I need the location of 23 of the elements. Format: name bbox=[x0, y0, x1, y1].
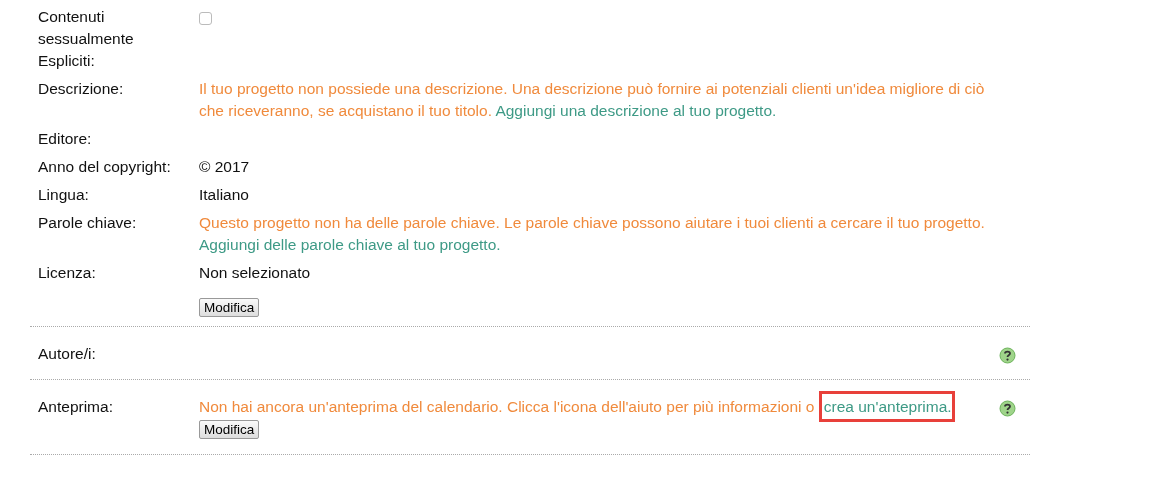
help-icon[interactable] bbox=[999, 400, 1016, 417]
add-link[interactable]: Aggiungi delle parole chiave al tuo progetto. bbox=[199, 234, 501, 256]
checkbox[interactable] bbox=[199, 12, 212, 25]
field-label: Descrizione: bbox=[38, 79, 125, 99]
create-preview-link[interactable]: crea un'anteprima. bbox=[823, 398, 952, 415]
edit-button[interactable]: Modifica bbox=[199, 298, 260, 317]
notice-text: Questo progetto non ha delle parole chiave. Le parole chiave possono aiutare i tuoi clienti a cercare il tuo progetto. Aggiungi delle parole chiave al tuo progetto. bbox=[199, 212, 989, 256]
add-link[interactable]: Aggiungi una descrizione al tuo progetto. bbox=[495, 102, 777, 119]
field-label: Parole chiave: bbox=[38, 213, 138, 233]
field-value: Non selezionato bbox=[199, 264, 311, 281]
field-label: Anno del copyright: bbox=[38, 157, 172, 177]
field-label: Anteprima: bbox=[38, 397, 114, 417]
edit-button[interactable]: Modifica bbox=[199, 420, 260, 439]
help-icon[interactable] bbox=[999, 347, 1016, 364]
field-value: Italiano bbox=[199, 186, 249, 203]
field-label: Lingua: bbox=[38, 185, 90, 205]
field-label: Licenza: bbox=[38, 263, 97, 283]
field-label: Contenuti sessualmente Espliciti: bbox=[38, 7, 135, 71]
field-value: © 2017 bbox=[199, 158, 250, 175]
notice-text: Non hai ancora un'anteprima del calendario. Clicca l'icona dell'aiuto per più informazioni o crea un'anteprima. bbox=[199, 396, 989, 418]
notice-text: Il tuo progetto non possiede una descrizione. Una descrizione può fornire ai potenziali clienti un'idea migliore di ciò che riceveranno, se acquistano il tuo titolo. Aggiungi una descrizione al tuo progetto. bbox=[199, 79, 986, 121]
field-label: Editore: bbox=[38, 129, 93, 149]
field-label: Autore/i: bbox=[38, 344, 97, 364]
